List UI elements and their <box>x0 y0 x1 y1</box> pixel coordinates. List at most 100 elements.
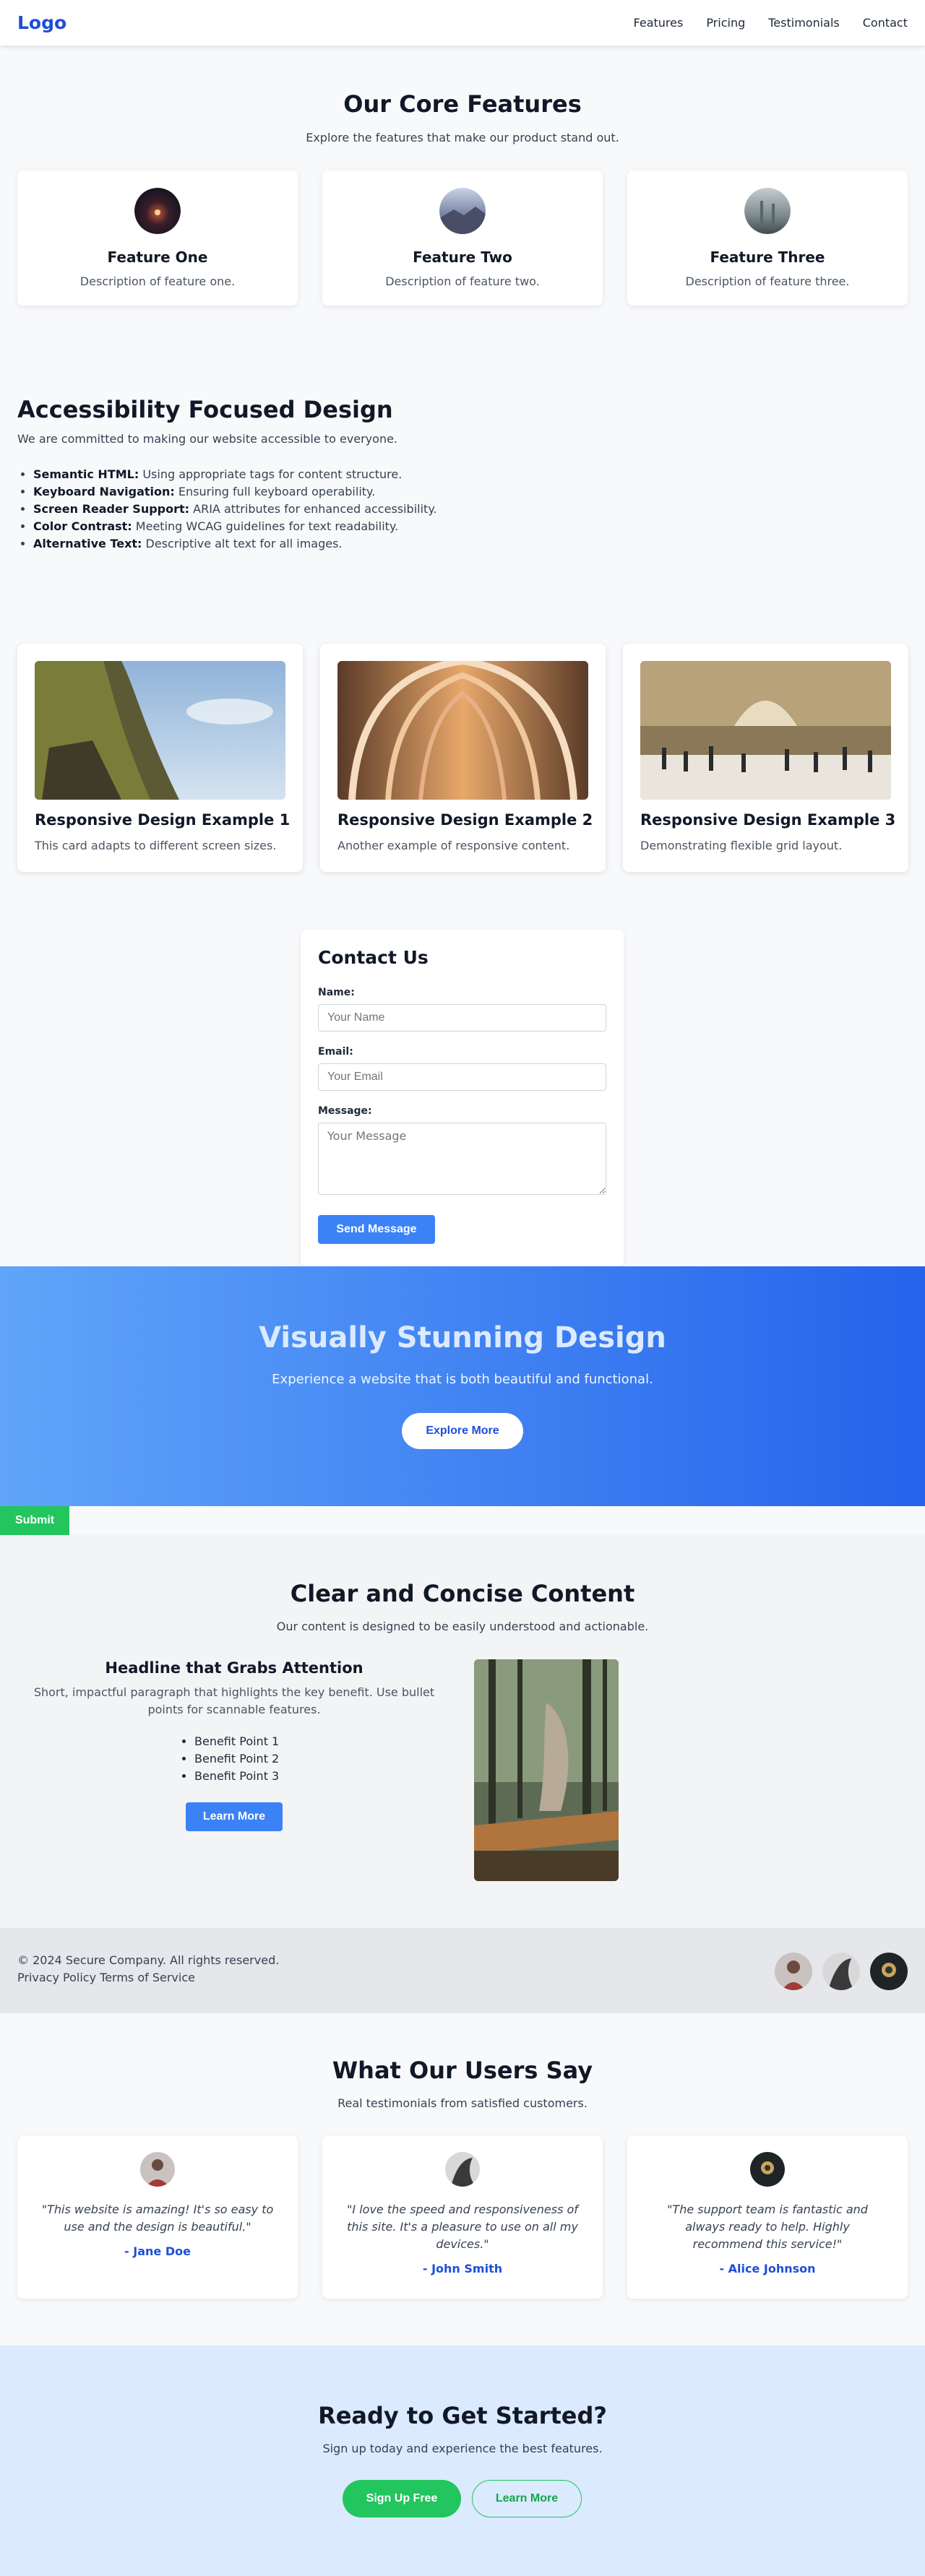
feature-title: Feature Three <box>710 248 825 266</box>
features-section: Our Core Features Explore the features t… <box>0 46 925 334</box>
footer: © 2024 Secure Company. All rights reserv… <box>0 1928 925 2013</box>
responsive-card: Responsive Design Example 3 Demonstratin… <box>623 644 908 872</box>
list-item-text: ARIA attributes for enhanced accessibili… <box>189 502 437 516</box>
list-item-term: Color Contrast: <box>33 519 132 533</box>
cta-section: Ready to Get Started? Sign up today and … <box>0 2346 925 2576</box>
message-label: Message: <box>318 1105 372 1117</box>
nav-link-features[interactable]: Features <box>634 16 684 30</box>
card-title: Responsive Design Example 3 <box>640 811 896 829</box>
nav-link-pricing[interactable]: Pricing <box>706 16 745 30</box>
testimonial-author: - Jane Doe <box>124 2244 191 2258</box>
nav-link-contact[interactable]: Contact <box>863 16 908 30</box>
copyright-text: © 2024 Secure Company. All rights reserv… <box>17 1953 280 1967</box>
testimonial-card: "I love the speed and responsiveness of … <box>322 2136 603 2299</box>
email-field[interactable] <box>318 1063 606 1091</box>
testimonials-title: What Our Users Say <box>332 2057 593 2084</box>
sign-up-free-button[interactable]: Sign Up Free <box>343 2480 461 2517</box>
benefit-list: Benefit Point 1 Benefit Point 2 Benefit … <box>180 1733 288 1785</box>
cta-title: Ready to Get Started? <box>318 2402 607 2429</box>
card-title: Responsive Design Example 1 <box>35 811 291 829</box>
responsive-card: Responsive Design Example 1 This card ad… <box>17 644 303 872</box>
name-field[interactable] <box>318 1004 606 1032</box>
avatar <box>870 1953 908 1990</box>
feature-three-image <box>744 188 791 234</box>
hero-subtitle: Experience a website that is both beauti… <box>272 1372 653 1387</box>
list-item: Benefit Point 2 <box>194 1750 288 1768</box>
clear-title: Clear and Concise Content <box>290 1580 635 1607</box>
learn-more-outline-button[interactable]: Learn More <box>472 2480 582 2517</box>
contact-form: Contact Us Name: Email: Message: Send Me… <box>301 930 624 1266</box>
testimonials-subtitle: Real testimonials from satisfied custome… <box>337 2096 588 2110</box>
feature-desc: Description of feature two. <box>385 275 540 288</box>
email-label: Email: <box>318 1046 353 1058</box>
avatar <box>750 2152 785 2187</box>
testimonial-author: - John Smith <box>422 2262 503 2275</box>
contact-title: Contact Us <box>318 947 429 968</box>
list-item-text: Meeting WCAG guidelines for text readabi… <box>132 519 399 533</box>
hero-section: Visually Stunning Design Experience a we… <box>0 1266 925 1506</box>
cliff-image <box>35 661 285 800</box>
responsive-card: Responsive Design Example 2 Another exam… <box>320 644 606 872</box>
feature-title: Feature One <box>107 248 208 266</box>
list-item-text: Descriptive alt text for all images. <box>142 537 343 550</box>
list-item-term: Alternative Text: <box>33 537 142 550</box>
testimonial-quote: "The support team is fantastic and alway… <box>667 2203 868 2251</box>
testimonial-card: "The support team is fantastic and alway… <box>627 2136 908 2299</box>
logo[interactable]: Logo <box>17 12 66 33</box>
list-item: Keyboard Navigation: Ensuring full keybo… <box>33 483 906 501</box>
list-item: Color Contrast: Meeting WCAG guidelines … <box>33 518 906 535</box>
testimonial-author: - Alice Johnson <box>719 2262 816 2275</box>
feature-one-image <box>134 188 181 234</box>
accessibility-section: Accessibility Focused Design We are comm… <box>17 396 906 553</box>
nav-links: Features Pricing Testimonials Contact <box>634 16 908 30</box>
clear-content-section: Clear and Concise Content Our content is… <box>0 1535 925 1928</box>
forest-image <box>474 1659 619 1881</box>
testimonial-quote: "This website is amazing! It's so easy t… <box>41 2203 274 2234</box>
testimonial-card: "This website is amazing! It's so easy t… <box>17 2136 298 2299</box>
learn-more-button[interactable]: Learn More <box>186 1802 283 1831</box>
features-title: Our Core Features <box>343 90 582 118</box>
list-item: Alternative Text: Descriptive alt text f… <box>33 535 906 553</box>
clear-subtitle: Our content is designed to be easily und… <box>276 1620 649 1633</box>
feature-title: Feature Two <box>413 248 512 266</box>
nav-link-testimonials[interactable]: Testimonials <box>768 16 840 30</box>
accessibility-title: Accessibility Focused Design <box>17 396 393 423</box>
feature-desc: Description of feature one. <box>79 275 236 288</box>
testimonial-quote: "I love the speed and responsiveness of … <box>347 2203 578 2251</box>
feature-card: Feature Three Description of feature thr… <box>627 170 908 306</box>
station-image <box>640 661 891 800</box>
clear-paragraph: Short, impactful paragraph that highligh… <box>33 1685 435 1716</box>
list-item: Benefit Point 1 <box>194 1733 288 1750</box>
list-item-term: Screen Reader Support: <box>33 502 190 516</box>
cta-subtitle: Sign up today and experience the best fe… <box>322 2442 603 2455</box>
accessibility-intro: We are committed to making our website a… <box>17 432 398 446</box>
submit-button[interactable]: Submit <box>0 1506 69 1535</box>
clear-headline: Headline that Grabs Attention <box>105 1659 363 1677</box>
accessibility-list: Semantic HTML: Using appropriate tags fo… <box>17 466 906 553</box>
avatar <box>775 1953 812 1990</box>
arches-image <box>337 661 588 800</box>
features-subtitle: Explore the features that make our produ… <box>306 131 619 144</box>
footer-links: Privacy Policy Terms of Service <box>17 1971 195 1984</box>
terms-of-service-link[interactable]: Terms of Service <box>100 1971 195 1984</box>
feature-card: Feature Two Description of feature two. <box>322 170 603 306</box>
list-item-term: Keyboard Navigation: <box>33 485 175 498</box>
feature-card: Feature One Description of feature one. <box>17 170 298 306</box>
name-label: Name: <box>318 987 355 998</box>
card-title: Responsive Design Example 2 <box>337 811 593 829</box>
list-item-text: Ensuring full keyboard operability. <box>174 485 376 498</box>
testimonials-section: What Our Users Say Real testimonials fro… <box>0 2013 925 2346</box>
top-navbar: Logo Features Pricing Testimonials Conta… <box>0 0 925 46</box>
list-item-text: Using appropriate tags for content struc… <box>139 467 403 481</box>
explore-more-button[interactable]: Explore More <box>402 1413 523 1449</box>
list-item: Semantic HTML: Using appropriate tags fo… <box>33 466 906 483</box>
list-item: Benefit Point 3 <box>194 1768 288 1785</box>
feature-desc: Description of feature three. <box>685 275 850 288</box>
card-desc: This card adapts to different screen siz… <box>35 839 277 852</box>
list-item-term: Semantic HTML: <box>33 467 139 481</box>
privacy-policy-link[interactable]: Privacy Policy <box>17 1971 96 1984</box>
avatar <box>822 1953 860 1990</box>
send-message-button[interactable]: Send Message <box>318 1215 435 1244</box>
message-field[interactable] <box>318 1123 606 1195</box>
feature-two-image <box>439 188 486 234</box>
